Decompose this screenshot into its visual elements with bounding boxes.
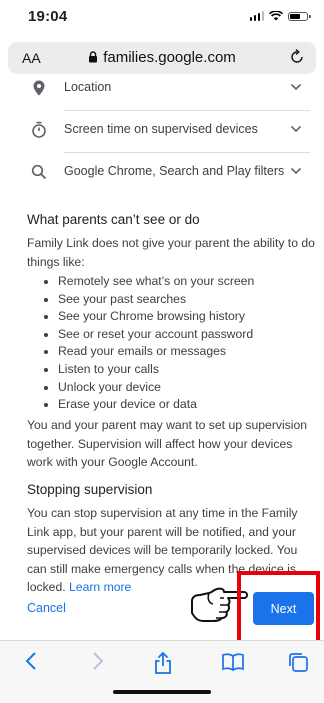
restrictions-list: Remotely see what’s on your screen See y…: [27, 273, 318, 414]
highlight-box: [237, 571, 320, 640]
lock-icon: [89, 51, 98, 63]
wifi-icon: [269, 11, 283, 21]
location-pin-icon: [33, 80, 45, 96]
status-time: 19:04: [28, 8, 68, 25]
status-bar: 19:04: [0, 0, 324, 36]
cancel-button[interactable]: Cancel: [27, 601, 66, 615]
row-label: Google Chrome, Search and Play filters: [64, 164, 285, 178]
chevron-down-icon[interactable]: [290, 83, 302, 91]
section-heading-stopping: Stopping supervision: [27, 482, 153, 497]
status-icons: [249, 11, 311, 21]
row-screen-time[interactable]: Screen time on supervised devices: [0, 110, 324, 152]
timer-icon: [32, 121, 46, 138]
learn-more-link[interactable]: Learn more: [69, 580, 131, 594]
back-icon[interactable]: [24, 651, 38, 671]
page-content: Location Screen time on supervised devic…: [0, 78, 324, 640]
chevron-down-icon[interactable]: [290, 167, 302, 175]
list-item: Listen to your calls: [58, 361, 318, 379]
battery-icon: [288, 11, 311, 21]
list-item: See or reset your account password: [58, 326, 318, 344]
cellular-signal-icon: [249, 11, 264, 21]
row-filters[interactable]: Google Chrome, Search and Play filters: [0, 152, 324, 194]
list-item: Unlock your device: [58, 379, 318, 397]
list-item: See your Chrome browsing history: [58, 308, 318, 326]
row-location[interactable]: Location: [0, 78, 324, 110]
search-icon: [31, 164, 47, 180]
home-indicator: [113, 690, 211, 694]
list-item: Read your emails or messages: [58, 343, 318, 361]
domain-text: families.google.com: [103, 49, 236, 66]
tabs-icon[interactable]: [287, 651, 309, 673]
list-item: Erase your device or data: [58, 396, 318, 414]
section-heading-cant-see: What parents can’t see or do: [27, 212, 200, 227]
list-item: Remotely see what’s on your screen: [58, 273, 318, 291]
share-icon[interactable]: [153, 651, 173, 675]
section-intro: Family Link does not give your parent th…: [27, 236, 315, 269]
row-label: Location: [64, 80, 112, 94]
supervision-note: You and your parent may want to set up s…: [27, 418, 308, 470]
address-bar[interactable]: AA families.google.com: [8, 42, 316, 74]
chevron-down-icon[interactable]: [290, 125, 302, 133]
url-display[interactable]: families.google.com: [8, 49, 316, 66]
browser-toolbar: [0, 640, 324, 703]
bookmarks-icon[interactable]: [221, 651, 245, 673]
forward-icon[interactable]: [91, 651, 105, 671]
row-label: Screen time on supervised devices: [64, 122, 258, 136]
list-item: See your past searches: [58, 291, 318, 309]
reload-icon[interactable]: [288, 48, 306, 66]
